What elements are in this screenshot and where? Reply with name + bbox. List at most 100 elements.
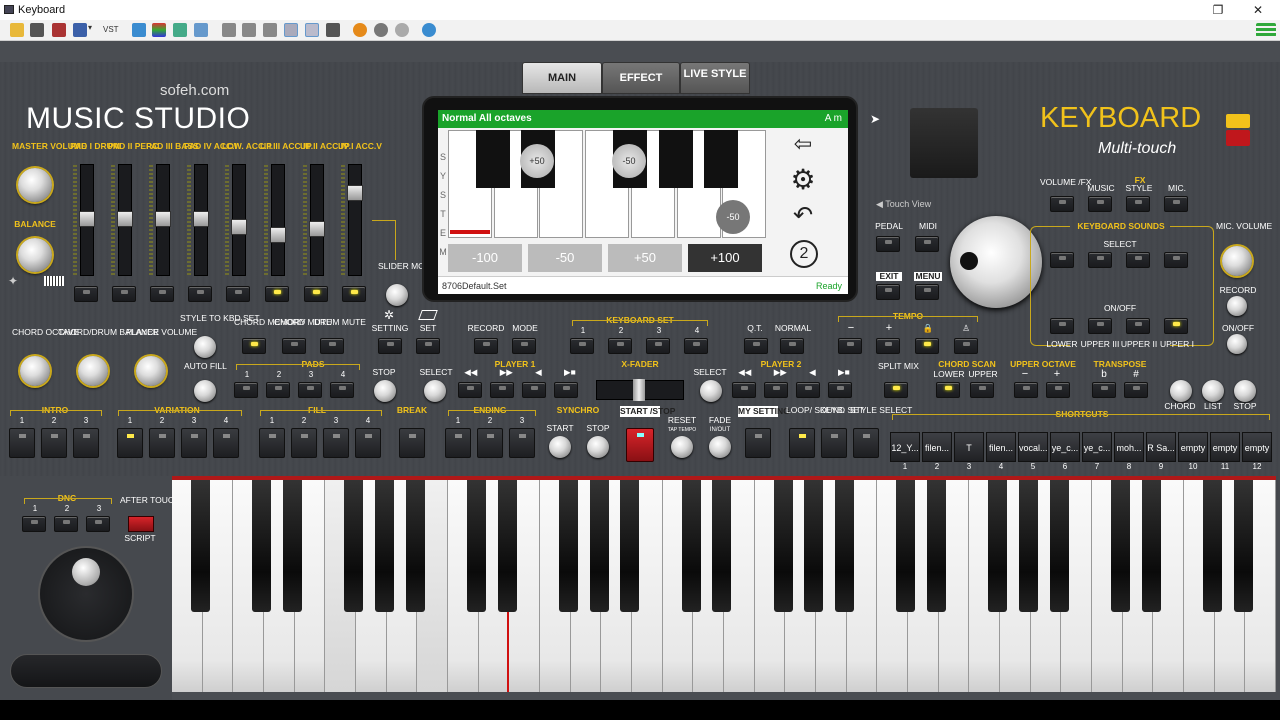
sample-icon[interactable]: [30, 23, 44, 37]
lower-onoff-button[interactable]: [1050, 318, 1074, 334]
fx-style-button[interactable]: [1126, 196, 1150, 212]
mini-black-key[interactable]: [475, 130, 510, 188]
player2-select-knob[interactable]: [700, 380, 722, 402]
auto-fill-knob[interactable]: [194, 380, 216, 402]
ribbon-controller[interactable]: [10, 654, 162, 688]
pad-button-2[interactable]: [266, 382, 290, 398]
mixer-icon[interactable]: [222, 23, 236, 37]
fill-button-4[interactable]: [355, 428, 381, 458]
sound-select-4[interactable]: [1164, 252, 1188, 268]
dial-icon[interactable]: [374, 23, 388, 37]
player1-rewind-button[interactable]: [458, 382, 482, 398]
pedal-button[interactable]: [876, 236, 900, 252]
eq2-icon[interactable]: [263, 23, 277, 37]
fader-1[interactable]: [73, 164, 95, 277]
black-key[interactable]: [620, 480, 640, 612]
touch-view-pad[interactable]: [910, 108, 978, 178]
exit-button[interactable]: [876, 284, 900, 300]
chord-scan-upper-button[interactable]: [970, 382, 994, 398]
shortcut-3[interactable]: T: [954, 432, 984, 462]
tab-main[interactable]: MAIN: [522, 62, 602, 94]
upper-octave-minus-button[interactable]: [1014, 382, 1038, 398]
list-icon[interactable]: [152, 23, 166, 37]
style-select-button[interactable]: [853, 428, 879, 458]
my-setting-button[interactable]: [745, 428, 771, 458]
upper-octave-plus-button[interactable]: [1046, 382, 1070, 398]
camera-icon[interactable]: [1226, 114, 1250, 128]
set-button[interactable]: [416, 338, 440, 354]
channel-button-1[interactable]: [74, 286, 98, 302]
display-button-minus50[interactable]: -50: [528, 244, 602, 272]
black-key[interactable]: [559, 480, 578, 612]
sound-select-1[interactable]: [1050, 252, 1074, 268]
record-mode-button[interactable]: [474, 338, 498, 354]
menu-button[interactable]: [915, 284, 939, 300]
display-button-plus100[interactable]: +100: [688, 244, 762, 272]
shortcut-4[interactable]: filen...: [986, 432, 1016, 462]
eq-icon[interactable]: [242, 23, 256, 37]
reset-knob[interactable]: [671, 436, 693, 458]
player2-play-button[interactable]: [828, 382, 852, 398]
fader-2[interactable]: [111, 164, 133, 277]
black-key[interactable]: [927, 480, 946, 612]
display-mini-keyboard[interactable]: +50 -50 -50: [448, 130, 767, 238]
restore-button[interactable]: ❐: [1198, 1, 1238, 19]
people-icon[interactable]: ✦: [8, 274, 26, 288]
upper1-onoff-button[interactable]: [1164, 318, 1188, 334]
display-button-minus100[interactable]: -100: [448, 244, 522, 272]
fader-8[interactable]: [341, 164, 363, 277]
pad-button-3[interactable]: [298, 382, 322, 398]
black-key[interactable]: [804, 480, 824, 612]
xfader-handle[interactable]: [633, 379, 645, 401]
black-key[interactable]: [712, 480, 732, 612]
player2-rewind-button[interactable]: [732, 382, 756, 398]
pitch-bubble[interactable]: -50: [716, 200, 750, 234]
fader-3[interactable]: [149, 164, 171, 277]
shortcut-12[interactable]: empty: [1242, 432, 1272, 462]
kbset-button-3[interactable]: [646, 338, 670, 354]
black-key[interactable]: [988, 480, 1008, 612]
black-key[interactable]: [467, 480, 486, 612]
chord-drum-balance-knob[interactable]: [78, 356, 108, 386]
tempo-lock-button[interactable]: [915, 338, 939, 354]
player1-forward-button[interactable]: [490, 382, 514, 398]
black-key[interactable]: [1141, 480, 1161, 612]
channel-button-2[interactable]: [112, 286, 136, 302]
mic-onoff-knob[interactable]: [1227, 334, 1247, 354]
fill-button-3[interactable]: [323, 428, 349, 458]
split-mix-button[interactable]: [884, 382, 908, 398]
shortcut-2[interactable]: filen...: [922, 432, 952, 462]
fader-6[interactable]: [264, 164, 286, 277]
kbset-button-1[interactable]: [570, 338, 594, 354]
view-icon[interactable]: [305, 23, 319, 37]
variation-button-3[interactable]: [181, 428, 207, 458]
mic-volume-knob[interactable]: [1222, 246, 1252, 276]
black-key[interactable]: [252, 480, 272, 612]
channel-button-3[interactable]: [150, 286, 174, 302]
after-touch-button[interactable]: [128, 516, 154, 532]
black-key[interactable]: [1049, 480, 1069, 612]
channel-button-5[interactable]: [226, 286, 250, 302]
synchro-start-knob[interactable]: [549, 436, 571, 458]
metronome-button[interactable]: [954, 338, 978, 354]
tempo-plus-button[interactable]: [876, 338, 900, 354]
pads-stop-knob[interactable]: [374, 380, 396, 402]
shortcut-8[interactable]: moh...: [1114, 432, 1144, 462]
fill-button-2[interactable]: [291, 428, 317, 458]
close-button[interactable]: ✕: [1238, 1, 1278, 19]
black-key[interactable]: [405, 480, 425, 612]
black-key[interactable]: [773, 480, 793, 612]
fx-music-button[interactable]: [1088, 196, 1112, 212]
black-key[interactable]: [497, 480, 517, 612]
ending-button-1[interactable]: [445, 428, 471, 458]
black-key[interactable]: [283, 480, 302, 612]
black-key[interactable]: [1203, 480, 1222, 612]
player2-back-button[interactable]: [796, 382, 820, 398]
dnc-button-2[interactable]: [54, 516, 78, 532]
chord-scan-lower-button[interactable]: [936, 382, 960, 398]
black-key[interactable]: [681, 480, 701, 612]
people-icon[interactable]: [132, 23, 146, 37]
fader-7[interactable]: [303, 164, 325, 277]
sound-select-3[interactable]: [1126, 252, 1150, 268]
loop-sound-button[interactable]: [789, 428, 815, 458]
